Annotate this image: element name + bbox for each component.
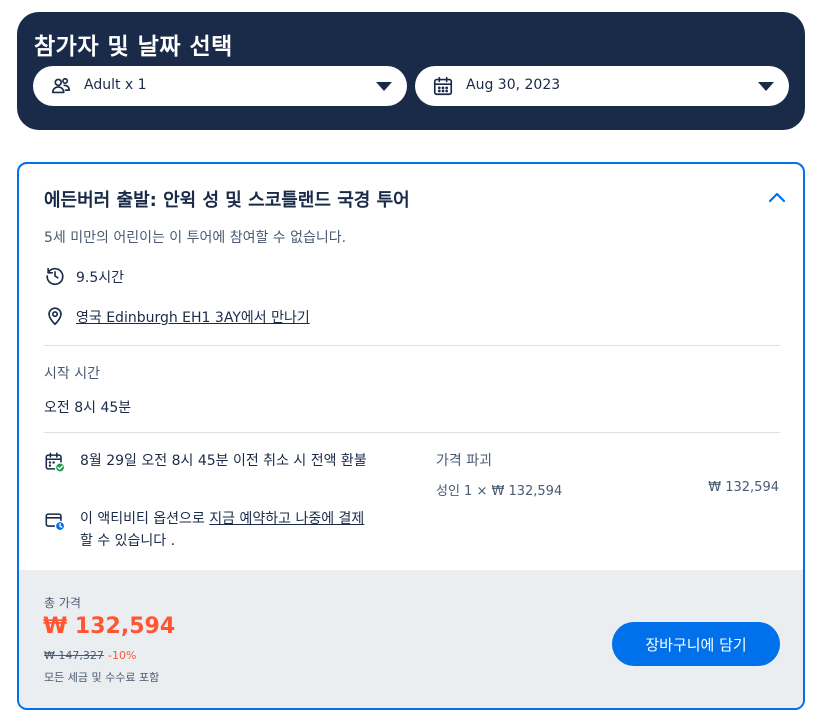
- duration-text: 9.5시간: [76, 270, 125, 286]
- pay-later-prefix: 이 액티비티 옵션으로: [80, 511, 210, 527]
- start-time-label: 시작 시간: [44, 366, 100, 382]
- chevron-down-icon: [758, 82, 774, 91]
- start-time-value: 오전 8시 45분: [44, 400, 132, 416]
- meeting-point-link[interactable]: 영국 Edinburgh EH1 3AY에서 만나기: [76, 307, 310, 327]
- total-price-label: 총 가격: [44, 596, 81, 610]
- participants-icon: [51, 77, 71, 94]
- participants-date-panel: 참가자 및 날짜 선택 Adult x 1 Aug 30, 2023: [17, 12, 805, 130]
- price-breakdown-amount: ₩ 132,594: [708, 480, 779, 495]
- cancellation-policy: 8월 29일 오전 8시 45분 이전 취소 시 전액 환불: [80, 453, 367, 469]
- chevron-down-icon: [376, 82, 392, 91]
- add-to-cart-button[interactable]: 장바구니에 담기: [612, 622, 780, 666]
- participants-dropdown[interactable]: Adult x 1: [33, 66, 407, 106]
- panel-title: 참가자 및 날짜 선택: [34, 34, 233, 60]
- original-price: ₩ 147,327: [44, 649, 104, 662]
- price-breakdown-title: 가격 파괴: [436, 453, 492, 469]
- calendar-icon: [433, 76, 453, 96]
- divider: [44, 432, 780, 433]
- price-breakdown-line: 성인 1 × ₩ 132,594: [436, 484, 563, 499]
- date-picker[interactable]: Aug 30, 2023: [415, 66, 789, 106]
- tour-option-card: 에든버러 출발: 안윅 성 및 스코틀랜드 국경 투어 5세 미만의 어린이는 …: [17, 162, 805, 710]
- chevron-up-icon[interactable]: [767, 190, 787, 204]
- free-cancellation-icon: [45, 452, 66, 473]
- duration-icon: [46, 267, 64, 286]
- divider: [44, 345, 780, 346]
- pay-later-note: 이 액티비티 옵션으로 지금 예약하고 나중에 결제 할 수 있습니다 .: [80, 508, 380, 552]
- pay-later-suffix: 할 수 있습니다 .: [80, 533, 176, 549]
- participants-value: Adult x 1: [84, 77, 147, 93]
- reserve-now-pay-later-icon: [45, 513, 66, 532]
- date-value: Aug 30, 2023: [466, 77, 561, 93]
- pay-later-link[interactable]: 지금 예약하고 나중에 결제: [209, 511, 364, 527]
- price-footer: 총 가격 ₩ 132,594 ₩ 147,327 -10% 모든 세금 및 수수…: [19, 570, 803, 708]
- age-restriction-note: 5세 미만의 어린이는 이 투어에 참여할 수 없습니다.: [44, 230, 347, 246]
- location-pin-icon: [48, 307, 62, 326]
- total-price: ₩ 132,594: [43, 614, 176, 639]
- tax-note: 모든 세금 및 수수료 포함: [44, 671, 160, 684]
- tour-title: 에든버러 출발: 안윅 성 및 스코틀랜드 국경 투어: [44, 190, 410, 211]
- discount-badge: -10%: [108, 649, 137, 662]
